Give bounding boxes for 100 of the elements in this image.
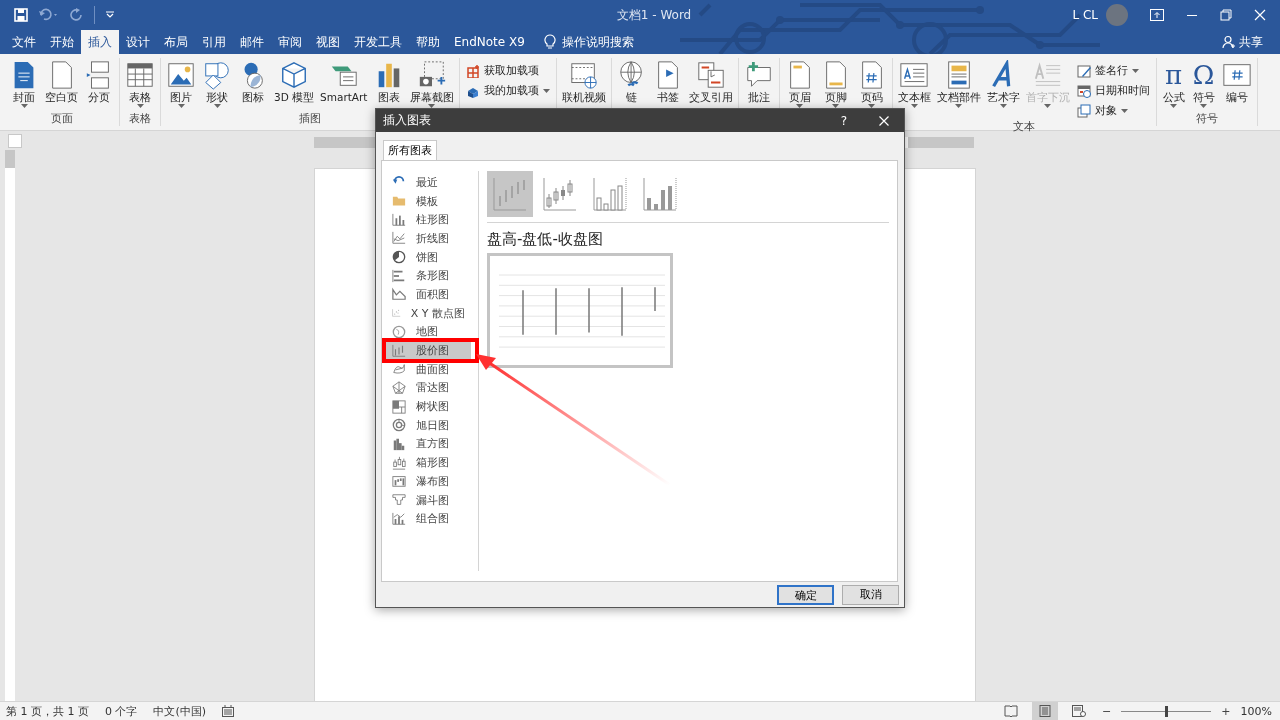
ribbon-button[interactable]: SmartArt (318, 58, 370, 112)
language-status[interactable]: 中文(中国) (153, 703, 207, 719)
ribbon-button[interactable]: 图片 (164, 58, 198, 112)
shapes-icon (202, 60, 232, 90)
print-layout-button[interactable] (1032, 702, 1059, 720)
dialog-tab[interactable]: 所有图表 (383, 140, 437, 160)
ribbon-tab[interactable]: 开发工具 (347, 30, 409, 54)
ribbon-button[interactable]: 封面 (7, 58, 41, 112)
word-count[interactable]: 0 个字 (105, 703, 138, 719)
stock-chart-icon (492, 176, 528, 212)
chart-category-item[interactable]: 面积图 (382, 285, 471, 304)
calendar-icon (1076, 84, 1091, 98)
ribbon-button[interactable]: π 公式 (1159, 58, 1188, 112)
page-count[interactable]: 第 1 页，共 1 页 (6, 703, 89, 719)
ribbon-button[interactable]: Ω 符号 (1189, 58, 1218, 112)
ribbon-tab[interactable]: 开始 (43, 30, 81, 54)
ribbon-button[interactable]: 批注 (741, 58, 776, 112)
cross-reference-icon (695, 60, 726, 90)
ribbon-button[interactable]: 图表 (371, 58, 406, 112)
window-title: 文档1 - Word (615, 6, 693, 24)
chart-category-item[interactable]: 漏斗图 (382, 490, 471, 510)
stock-chart-icon (542, 176, 578, 212)
globe-icon (392, 324, 406, 339)
group-label: 符号 (1195, 112, 1218, 126)
chart-category-item[interactable]: 直方图 (382, 434, 471, 454)
ribbon-button[interactable]: 签名行 (1073, 62, 1153, 80)
zoom-slider-thumb[interactable] (1165, 705, 1169, 717)
chart-category-item[interactable]: 曲面图 (382, 359, 471, 379)
chart-category-item[interactable]: 瀑布图 (382, 472, 471, 491)
ribbon-tab[interactable]: 布局 (157, 30, 195, 54)
ribbon-button[interactable]: 页眉 (782, 58, 817, 112)
ribbon-button[interactable]: 我的加载项 (462, 82, 553, 100)
restore-icon[interactable] (1220, 9, 1232, 21)
surface-chart-icon (392, 362, 406, 377)
chart-category-item[interactable]: 箱形图 (382, 453, 471, 472)
chart-category-item[interactable]: X Y 散点图 (382, 303, 471, 323)
dialog-title: 插入图表 (383, 113, 431, 128)
area-chart-icon (392, 287, 406, 302)
chart-category-item[interactable]: 折线图 (382, 229, 471, 248)
ribbon-button[interactable]: 书签 (650, 58, 685, 112)
ribbon-button[interactable]: 获取加载项 (462, 62, 553, 80)
object-icon (1076, 104, 1091, 118)
signature-icon (1076, 64, 1091, 78)
help-button[interactable]: ? (824, 112, 864, 129)
zoom-level[interactable]: 100% (1240, 704, 1272, 718)
ribbon-button[interactable]: 编号 (1219, 58, 1254, 112)
ribbon-button[interactable]: 空白页 (43, 58, 80, 112)
customize-icon[interactable] (105, 11, 115, 19)
search-field[interactable]: 操作说明搜索 (561, 30, 634, 54)
ribbon-tab[interactable]: 引用 (195, 30, 233, 54)
ribbon-button[interactable]: 对象 (1073, 102, 1153, 120)
column-chart-icon (392, 212, 406, 227)
close-icon[interactable] (1254, 9, 1266, 21)
ribbon-button[interactable]: 日期和时间 (1073, 82, 1153, 100)
ribbon-button[interactable]: 页脚 (818, 58, 853, 112)
chart-category-item[interactable]: 雷达图 (382, 378, 471, 398)
chart-category-item[interactable]: 最近 (382, 173, 471, 192)
text-box-icon (899, 60, 929, 90)
histogram-icon (392, 436, 406, 451)
ribbon-display-icon[interactable] (1150, 9, 1164, 21)
save-icon[interactable] (14, 8, 28, 22)
user-name: L CL (1072, 8, 1098, 22)
dialog-button[interactable]: 取消 (842, 584, 899, 605)
ribbon-button[interactable]: 文档部件 (934, 58, 983, 120)
ribbon-button[interactable]: 文本框 (895, 58, 933, 120)
ribbon-tab[interactable]: 审阅 (271, 30, 309, 54)
ribbon-button[interactable]: 分页 (82, 58, 116, 112)
page-layout-icon (1039, 705, 1052, 717)
chart-category-item[interactable]: 树状图 (382, 397, 471, 416)
dialog-button[interactable]: 确定 (777, 584, 834, 605)
undo-icon[interactable] (38, 8, 60, 22)
ribbon-tab[interactable]: 帮助 (409, 30, 447, 54)
zoom-in-button[interactable]: + (1219, 704, 1233, 718)
ribbon-button[interactable]: 形状 (200, 58, 234, 112)
person-icon (1222, 35, 1236, 49)
chart-category-item[interactable]: 旭日图 (382, 415, 471, 435)
ribbon-button[interactable]: 表格 (123, 58, 157, 112)
waterfall-chart-icon (392, 474, 406, 489)
ribbon-tab[interactable]: EndNote X9 (447, 30, 532, 54)
ribbon-button[interactable]: 图标 (236, 58, 270, 112)
ribbon-tab[interactable]: 插入 (81, 30, 119, 54)
redo-icon[interactable] (70, 8, 84, 22)
ribbon-tab[interactable]: 邮件 (233, 30, 271, 54)
lightbulb-icon[interactable] (543, 34, 556, 50)
chart-category-item[interactable]: 组合图 (382, 509, 471, 529)
ribbon-tab[interactable]: 文件 (5, 30, 43, 54)
share-button[interactable]: 共享 (1215, 30, 1270, 54)
chart-category-item[interactable]: 模板 (382, 191, 471, 211)
chart-category-item[interactable]: 饼图 (382, 247, 471, 267)
ribbon-tab[interactable]: 设计 (119, 30, 157, 54)
chart-category-item[interactable]: 条形图 (382, 266, 471, 286)
ribbon-button[interactable]: 页码 (854, 58, 889, 112)
web-page-icon (1072, 705, 1087, 717)
zoom-out-button[interactable]: − (1100, 704, 1114, 718)
ribbon-button[interactable]: 3D 模型 (272, 58, 317, 112)
ribbon-button[interactable]: 艺术字 (984, 58, 1022, 120)
ribbon-tab[interactable]: 视图 (309, 30, 347, 54)
chart-category-item[interactable]: 柱形图 (382, 210, 471, 230)
macro-icon[interactable] (222, 705, 235, 717)
chart-category-item[interactable]: 地图 (382, 322, 471, 342)
